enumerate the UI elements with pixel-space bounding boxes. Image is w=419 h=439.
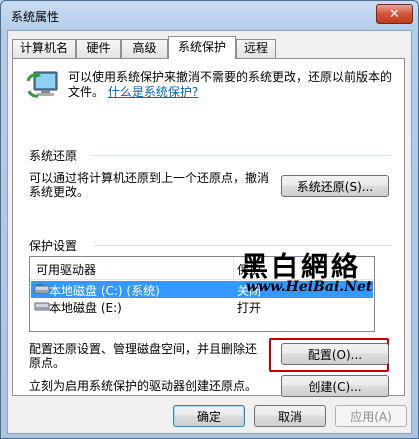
protection-group-label: 保护设置 bbox=[29, 239, 78, 253]
configure-description: 配置还原设置、管理磁盘空间，并且删除还原点。 bbox=[29, 342, 258, 370]
hard-disk-icon bbox=[34, 302, 50, 311]
hard-disk-icon bbox=[34, 283, 50, 294]
system-properties-window: 系统属性 ✕ 计算机名 硬件 高级 系统保护 远程 可以使用系统保护来撤消不需要… bbox=[0, 0, 419, 439]
system-restore-button[interactable]: 系统还原(S)... bbox=[281, 175, 389, 197]
restore-group-label: 系统还原 bbox=[29, 149, 78, 163]
configure-button[interactable]: 配置(O)... bbox=[281, 343, 389, 365]
tab-remote[interactable]: 远程 bbox=[236, 39, 276, 58]
intro-text-block: 可以使用系统保护来撤消不需要的系统更改，还原以前版本的文件。 什么是系统保护? bbox=[68, 70, 398, 100]
window-title: 系统属性 bbox=[11, 10, 60, 24]
column-separator bbox=[233, 257, 234, 279]
restore-description: 可以通过将计算机还原到上一个还原点，撤消系统更改。 bbox=[29, 171, 270, 199]
ok-button[interactable]: 确定 bbox=[173, 405, 245, 427]
restore-divider bbox=[93, 155, 392, 156]
drive-name: 本地磁盘 (E:) bbox=[49, 301, 122, 315]
system-protection-panel: 可以使用系统保护来撤消不需要的系统更改，还原以前版本的文件。 什么是系统保护? … bbox=[12, 58, 405, 397]
close-button[interactable]: ✕ bbox=[376, 4, 413, 24]
dialog-client-area: 计算机名 硬件 高级 系统保护 远程 可以使用系统保护来撤消不需要的系统更改，还… bbox=[7, 30, 412, 434]
watermark-url: www.HeiBai.Net bbox=[246, 279, 373, 295]
apply-button[interactable]: 应用(A) bbox=[335, 405, 407, 427]
column-available-drives[interactable]: 可用驱动器 bbox=[36, 261, 96, 278]
watermark: 黑白網絡 www.HeiBai.Net bbox=[241, 245, 401, 301]
drive-name: 本地磁盘 (C:) (系统) bbox=[49, 284, 160, 298]
create-description: 立刻为启用系统保护的驱动器创建还原点。 bbox=[29, 379, 258, 393]
cancel-button[interactable]: 取消 bbox=[254, 405, 326, 427]
tab-system-protection[interactable]: 系统保护 bbox=[168, 36, 236, 59]
tab-hardware[interactable]: 硬件 bbox=[76, 39, 121, 58]
tab-computer-name[interactable]: 计算机名 bbox=[12, 39, 76, 58]
system-protection-icon bbox=[26, 71, 58, 98]
drive-status: 打开 bbox=[237, 301, 262, 315]
title-bar[interactable]: 系统属性 ✕ bbox=[1, 1, 418, 29]
tab-advanced[interactable]: 高级 bbox=[121, 39, 168, 58]
create-button[interactable]: 创建(C)... bbox=[281, 375, 389, 397]
what-is-system-protection-link[interactable]: 什么是系统保护? bbox=[108, 85, 198, 99]
